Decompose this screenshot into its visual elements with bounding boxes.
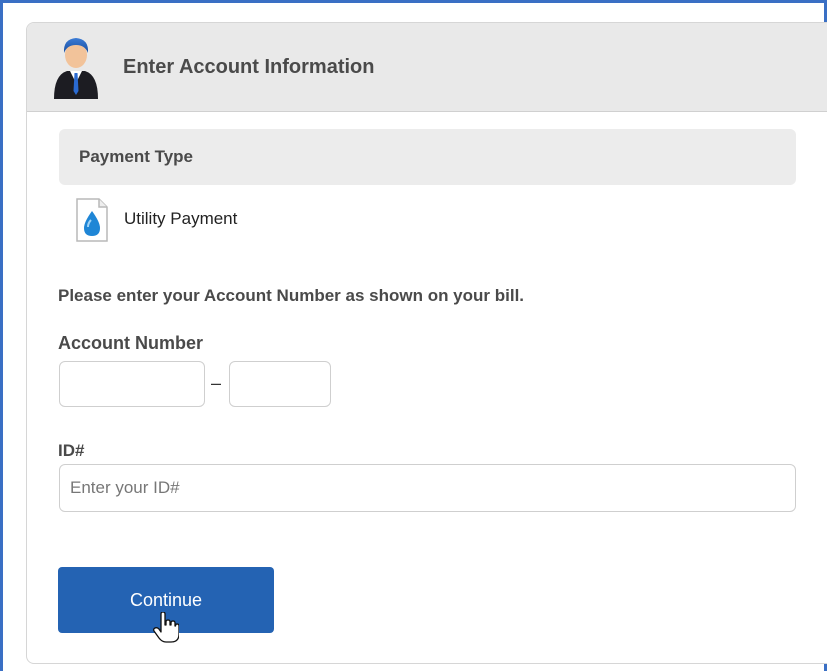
payment-type-utility: Utility Payment — [124, 209, 238, 228]
page-title: Enter Account Information — [123, 56, 375, 78]
account-number-label: Account Number — [58, 333, 204, 353]
payment-type-header: Payment Type — [59, 129, 796, 185]
hand-pointer-cursor-icon — [153, 612, 179, 643]
id-label: ID# — [58, 441, 85, 460]
water-drop-document-icon — [76, 198, 108, 242]
account-info-panel: Enter Account Information Payment Type U… — [26, 22, 827, 664]
business-person-icon — [54, 38, 98, 99]
account-number-separator: – — [211, 373, 222, 393]
panel-header: Enter Account Information — [27, 23, 827, 112]
id-input[interactable] — [59, 464, 796, 512]
account-number-part2-input[interactable] — [229, 361, 331, 407]
instructions-text: Please enter your Account Number as show… — [58, 286, 525, 305]
payment-type-title: Payment Type — [79, 147, 194, 166]
account-number-part1-input[interactable] — [59, 361, 205, 407]
